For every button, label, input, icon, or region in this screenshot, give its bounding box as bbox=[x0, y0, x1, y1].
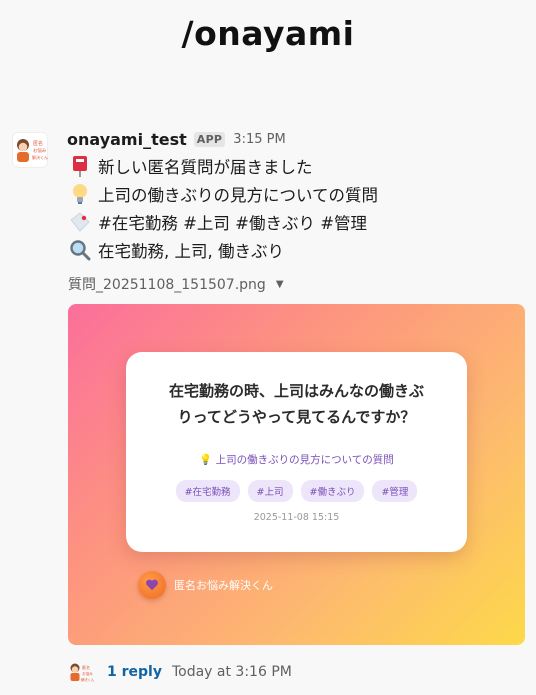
caret-down-icon[interactable]: ▼ bbox=[276, 279, 284, 290]
postbox-icon bbox=[68, 154, 92, 178]
attachment-filename-row[interactable]: 質問_20251108_151507.png ▼ bbox=[68, 274, 284, 294]
attachment-image[interactable]: 在宅勤務の時、上司はみんなの働きぶ りってどうやって見てるんですか？ 💡 上司の… bbox=[68, 304, 525, 645]
lightbulb-icon bbox=[68, 182, 92, 206]
thread-reply-row[interactable]: 1 reply Today at 3:16 PM bbox=[107, 664, 292, 680]
message-line-text: 在宅勤務, 上司, 働きぶり bbox=[98, 242, 284, 261]
svg-text:解決くん: 解決くん bbox=[81, 677, 95, 682]
reply-avatar[interactable]: 匿名 お悩み 解決くん bbox=[68, 660, 98, 684]
message-line-tags: #在宅勤務 #上司 #働きぶり #管理 bbox=[68, 210, 367, 234]
message-line-text: 上司の働きぶりの見方についての質問 bbox=[98, 186, 379, 205]
message-timestamp[interactable]: 3:15 PM bbox=[233, 132, 285, 147]
app-badge: APP bbox=[193, 132, 226, 147]
tag-chip: #在宅勤務 bbox=[175, 480, 240, 502]
message-line-topic: 上司の働きぶりの見方についての質問 bbox=[68, 182, 378, 206]
bot-avatar-icon: 匿名 お悩み 解決くん bbox=[17, 139, 48, 162]
magnifier-icon bbox=[68, 238, 92, 262]
message-line-new-question: 新しい匿名質問が届きました bbox=[68, 154, 313, 178]
svg-text:お悩み: お悩み bbox=[33, 147, 47, 154]
reply-avatar-icon: 匿名 お悩み 解決くん bbox=[70, 663, 95, 682]
question-text-line: 在宅勤務の時、上司はみんなの働きぶ bbox=[168, 382, 424, 400]
bot-avatar[interactable]: 匿名 お悩み 解決くん bbox=[12, 132, 48, 168]
question-card: 在宅勤務の時、上司はみんなの働きぶ りってどうやって見てるんですか？ 💡 上司の… bbox=[126, 352, 467, 552]
question-tags: #在宅勤務 #上司 #働きぶり #管理 bbox=[126, 480, 467, 502]
svg-text:匿名: 匿名 bbox=[33, 140, 43, 147]
svg-text:解決くん: 解決くん bbox=[32, 154, 48, 160]
tag-icon bbox=[68, 210, 92, 234]
message-line-keywords: 在宅勤務, 上司, 働きぶり bbox=[68, 238, 284, 262]
bot-name[interactable]: onayami_test bbox=[67, 130, 187, 149]
question-date: 2025-11-08 15:15 bbox=[253, 512, 340, 523]
reply-count-link[interactable]: 1 reply bbox=[107, 664, 162, 680]
last-reply-time: Today at 3:16 PM bbox=[171, 664, 292, 680]
tag-chip: #上司 bbox=[247, 480, 293, 502]
heart-icon bbox=[138, 571, 166, 599]
question-summary: 💡 上司の働きぶりの見方についての質問 bbox=[199, 454, 394, 466]
channel-title: /onayami bbox=[181, 14, 355, 53]
tag-chip: #管理 bbox=[372, 480, 418, 502]
svg-text:お悩み: お悩み bbox=[82, 671, 93, 676]
message-line-text: #在宅勤務 #上司 #働きぶり #管理 bbox=[98, 214, 368, 233]
message-line-text: 新しい匿名質問が届きました bbox=[98, 158, 313, 177]
message-header: onayami_test APP 3:15 PM bbox=[67, 130, 286, 149]
question-text: 在宅勤務の時、上司はみんなの働きぶ りってどうやって見てるんですか？ bbox=[126, 378, 467, 430]
tag-chip: #働きぶり bbox=[300, 480, 365, 502]
attachment-filename[interactable]: 質問_20251108_151507.png bbox=[68, 274, 266, 294]
brand-footer: 匿名お悩み解決くん bbox=[138, 571, 273, 599]
svg-text:匿名: 匿名 bbox=[82, 664, 90, 670]
brand-label: 匿名お悩み解決くん bbox=[174, 579, 273, 592]
question-text-line: りってどうやって見てるんですか？ bbox=[177, 408, 416, 426]
